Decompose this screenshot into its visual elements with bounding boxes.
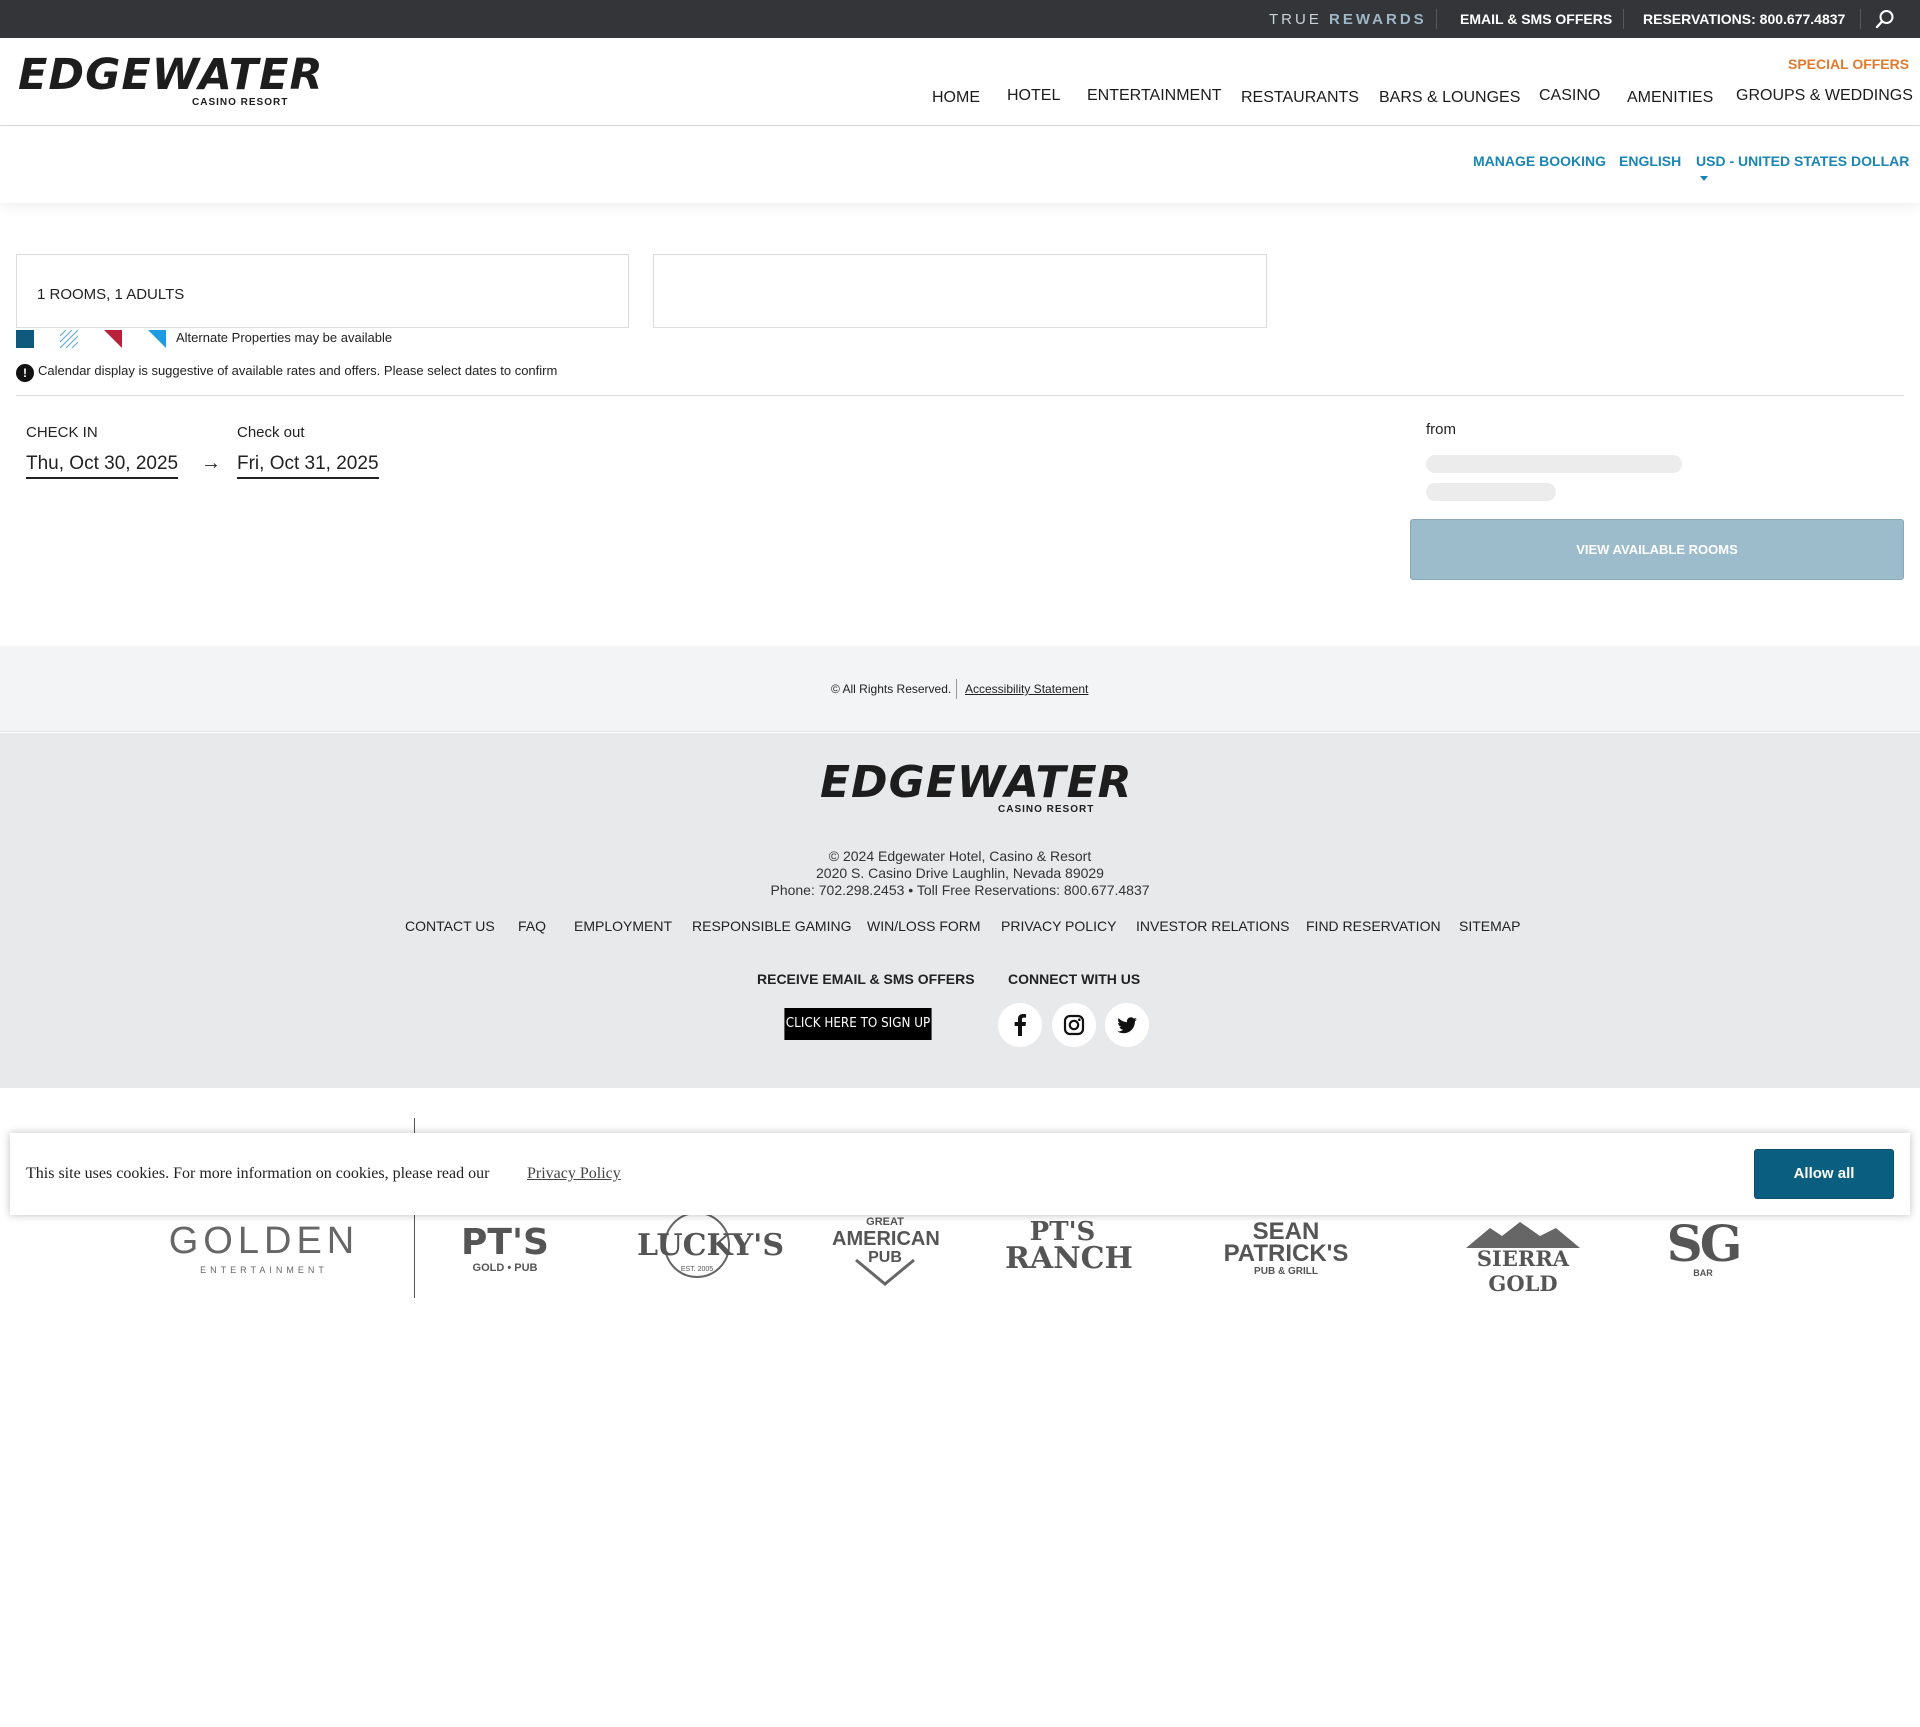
rewards-suffix: REWARDS xyxy=(1329,11,1427,28)
sean-patricks-line-2: PATRICK'S xyxy=(1223,1240,1349,1267)
footer-link-faq[interactable]: FAQ xyxy=(518,918,546,934)
legend-alternate-label: Alternate Properties may be available xyxy=(176,330,393,345)
cookie-banner: This site uses cookies. For more informa… xyxy=(10,1133,1910,1215)
language-selector[interactable]: ENGLISH xyxy=(1619,153,1681,169)
legend-red-triangle-swatch xyxy=(104,330,122,348)
true-rewards-link[interactable]: TRUE REWARDS xyxy=(1269,11,1427,28)
email-sms-offers-link[interactable]: EMAIL & SMS OFFERS xyxy=(1460,11,1612,27)
price-loading-placeholder xyxy=(1426,483,1556,501)
nav-entertainment[interactable]: ENTERTAINMENT xyxy=(1087,87,1222,105)
accessibility-statement-link[interactable]: Accessibility Statement xyxy=(965,682,1088,696)
booking-toolbar: MANAGE BOOKING ENGLISH USD - UNITED STAT… xyxy=(0,127,1920,203)
gap-line-1: GREAT xyxy=(866,1216,904,1228)
check-in-date[interactable]: Thu, Oct 30, 2025 xyxy=(26,453,179,479)
luckys-wordmark: LUCKY'S xyxy=(637,1228,785,1263)
divider xyxy=(1623,9,1624,29)
sean-patricks-line-3: PUB & GRILL xyxy=(1254,1266,1318,1277)
cookie-message: This site uses cookies. For more informa… xyxy=(26,1165,490,1182)
search-icon[interactable] xyxy=(1875,9,1895,29)
twitter-icon[interactable] xyxy=(1105,1003,1149,1047)
pts-ranch-line-2: RANCH xyxy=(1005,1241,1133,1276)
rooms-guests-selector[interactable]: 1 ROOMS, 1 ADULTS xyxy=(16,254,629,328)
nav-hotel[interactable]: HOTEL xyxy=(1007,87,1060,105)
price-loading-placeholder xyxy=(1426,455,1682,473)
logo-subtitle: CASINO RESORT xyxy=(192,97,289,108)
currency-selector[interactable]: USD - UNITED STATES DOLLAR xyxy=(1696,153,1920,185)
nav-restaurants[interactable]: RESTAURANTS xyxy=(1241,89,1359,107)
gap-line-2: AMERICAN xyxy=(832,1228,940,1250)
reservations-phone-link[interactable]: RESERVATIONS: 800.677.4837 xyxy=(1643,11,1845,27)
footer-logo-wordmark: EDGEWATER xyxy=(820,757,1133,808)
gap-line-3: PUB xyxy=(868,1249,902,1266)
special-offers-link[interactable]: SPECIAL OFFERS xyxy=(1788,56,1909,72)
info-icon: ! xyxy=(16,364,34,382)
footer-link-responsible-gaming[interactable]: RESPONSIBLE GAMING xyxy=(692,918,851,934)
rooms-guests-value: 1 ROOMS, 1 ADULTS xyxy=(37,286,185,303)
check-out-date[interactable]: Fri, Oct 31, 2025 xyxy=(237,453,379,479)
view-available-rooms-button[interactable]: VIEW AVAILABLE ROOMS xyxy=(1410,519,1904,580)
nav-bars-lounges[interactable]: BARS & LOUNGES xyxy=(1379,89,1520,107)
calendar-notice: Calendar display is suggestive of availa… xyxy=(38,363,558,378)
sg-bar-wordmark: SG xyxy=(1666,1214,1743,1273)
divider xyxy=(956,679,957,699)
footer-copyright: © 2024 Edgewater Hotel, Casino & Resort xyxy=(828,848,1092,864)
cookie-privacy-policy-link[interactable]: Privacy Policy xyxy=(527,1165,621,1183)
sierra-gold-wordmark: SIERRA GOLD xyxy=(1476,1246,1570,1296)
price-from-label: from xyxy=(1426,421,1456,438)
check-in-label: CHECK IN xyxy=(26,424,98,441)
legend-available-swatch xyxy=(16,330,34,348)
rewards-prefix: TRUE xyxy=(1269,11,1322,28)
rights-strip: © All Rights Reserved. Accessibility Sta… xyxy=(0,646,1920,732)
pts-gold-wordmark: PT'S xyxy=(461,1222,549,1263)
footer-logo-subtitle: CASINO RESORT xyxy=(998,804,1095,815)
footer-link-find-reservation[interactable]: FIND RESERVATION xyxy=(1306,918,1441,934)
legend-blue-triangle-swatch xyxy=(148,330,166,348)
golden-wordmark: GOLDEN xyxy=(168,1220,360,1262)
connect-heading: CONNECT WITH US xyxy=(1008,971,1141,987)
pts-gold-subtitle: GOLD • PUB xyxy=(472,1262,538,1274)
sg-bar-subtitle: BAR xyxy=(1693,1268,1713,1278)
nav-groups-weddings[interactable]: GROUPS & WEDDINGS xyxy=(1736,87,1913,105)
footer-phone: Phone: 702.298.2453 • Toll Free Reservat… xyxy=(770,882,1150,898)
nav-amenities[interactable]: AMENITIES xyxy=(1627,89,1713,107)
divider xyxy=(1860,9,1861,29)
currency-label: USD - UNITED STATES DOLLAR xyxy=(1696,153,1910,169)
allow-all-cookies-button[interactable]: Allow all xyxy=(1754,1149,1894,1199)
copyright-text: © All Rights Reserved. xyxy=(831,682,952,696)
site-footer: EDGEWATER CASINO RESORT © 2024 Edgewater… xyxy=(0,733,1920,1088)
divider xyxy=(1436,9,1437,29)
sign-up-button[interactable]: CLICK HERE TO SIGN UP xyxy=(784,1008,932,1040)
logo-wordmark: EDGEWATER xyxy=(18,50,324,100)
footer-link-investor-relations[interactable]: INVESTOR RELATIONS xyxy=(1136,918,1290,934)
golden-subtitle: ENTERTAINMENT xyxy=(200,1265,328,1275)
sierra-gold-mountains xyxy=(1466,1222,1580,1248)
manage-booking-link[interactable]: MANAGE BOOKING xyxy=(1473,153,1606,169)
footer-link-privacy-policy[interactable]: PRIVACY POLICY xyxy=(1001,918,1116,934)
check-out-label: Check out xyxy=(237,424,305,441)
instagram-icon[interactable] xyxy=(1052,1003,1096,1047)
facebook-icon[interactable] xyxy=(998,1003,1042,1047)
footer-address: 2020 S. Casino Drive Laughlin, Nevada 89… xyxy=(816,865,1104,881)
divider xyxy=(16,395,1904,396)
nav-casino[interactable]: CASINO xyxy=(1539,87,1600,105)
chevron-down-icon xyxy=(1700,175,1708,181)
luckys-subtitle: EST. 2005 xyxy=(680,1266,714,1273)
footer-link-win-loss-form[interactable]: WIN/LOSS FORM xyxy=(867,918,981,934)
email-offers-heading: RECEIVE EMAIL & SMS OFFERS xyxy=(757,971,975,987)
promo-code-field[interactable] xyxy=(653,254,1267,328)
footer-link-employment[interactable]: EMPLOYMENT xyxy=(574,918,672,934)
footer-link-contact-us[interactable]: CONTACT US xyxy=(405,918,495,934)
nav-home[interactable]: HOME xyxy=(932,89,980,107)
top-utility-bar: TRUE REWARDS EMAIL & SMS OFFERS RESERVAT… xyxy=(0,0,1920,38)
footer-link-sitemap[interactable]: SITEMAP xyxy=(1459,918,1520,934)
site-header: EDGEWATER CASINO RESORT SPECIAL OFFERS H… xyxy=(0,38,1920,126)
legend-hatched-swatch xyxy=(60,330,78,348)
arrow-right-icon: → xyxy=(201,452,221,474)
